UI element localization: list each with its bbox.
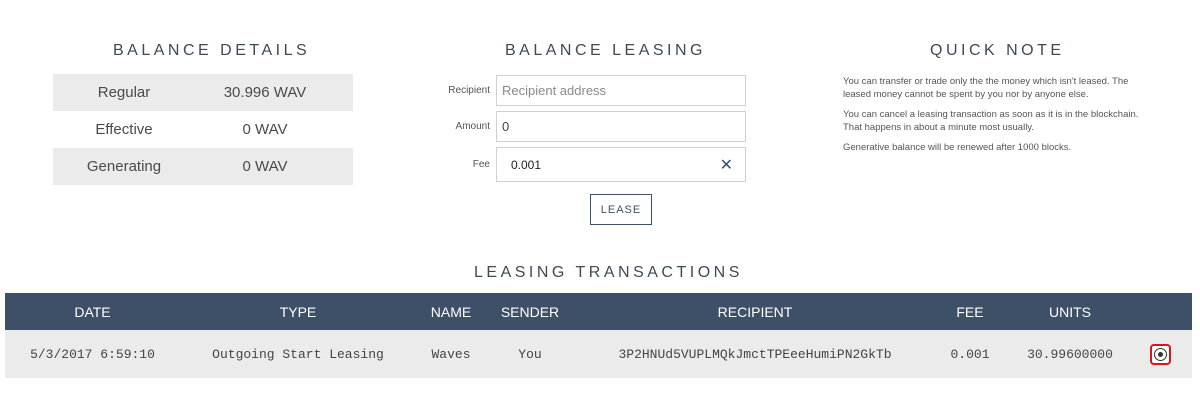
amount-label: Amount — [455, 121, 490, 132]
balance-value: 30.996 WAV — [223, 84, 307, 101]
transaction-details-button[interactable] — [1149, 343, 1171, 365]
tx-units: 30.99600000 — [1027, 346, 1113, 362]
fee-select[interactable]: 0.001 ✕ — [496, 147, 746, 182]
balance-label: Effective — [95, 121, 153, 138]
column-header-sender: SENDER — [500, 303, 560, 320]
lease-button[interactable]: LEASE — [590, 194, 652, 225]
tx-name: Waves — [431, 346, 471, 362]
column-header-name: NAME — [430, 303, 472, 320]
leasing-transactions-title: LEASING TRANSACTIONS — [474, 264, 743, 281]
balance-value: 0 WAV — [242, 121, 288, 138]
fee-row: Fee 0.001 ✕ — [440, 147, 746, 182]
balance-row-effective: Effective 0 WAV — [53, 111, 353, 148]
balance-label: Regular — [97, 84, 151, 101]
note-paragraph: Generative balance will be renewed after… — [843, 142, 1072, 153]
tx-date: 5/3/2017 6:59:10 — [30, 346, 155, 362]
quick-note-title: QUICK NOTE — [930, 42, 1065, 59]
balance-label: Generating — [86, 158, 162, 175]
note-paragraph: You can transfer or trade only the the m… — [843, 76, 1129, 100]
recipient-row: Recipient — [440, 75, 746, 106]
fee-label: Fee — [472, 159, 490, 170]
amount-row: Amount — [440, 111, 746, 142]
transaction-details-icon — [1153, 347, 1167, 361]
tx-recipient: 3P2HNUd5VUPLMQkJmctTPEeeHumiPN2GkTb — [618, 346, 892, 362]
balance-details-title: BALANCE DETAILS — [113, 42, 311, 59]
icon-dot — [1157, 351, 1163, 357]
tx-type: Outgoing Start Leasing — [212, 346, 384, 362]
tx-action — [1140, 330, 1180, 378]
amount-input[interactable] — [496, 111, 746, 142]
balance-row-regular: Regular 30.996 WAV — [53, 74, 353, 111]
note-paragraph: You can cancel a leasing transaction as … — [843, 109, 1139, 133]
quick-note-text: You can transfer or trade only the the m… — [843, 76, 1153, 163]
column-header-units: UNITS — [1049, 303, 1091, 320]
tx-sender: You — [518, 346, 542, 362]
recipient-input[interactable] — [496, 75, 746, 106]
recipient-label: Recipient — [448, 85, 490, 96]
balance-row-generating: Generating 0 WAV — [53, 148, 353, 185]
transactions-header: DATE TYPE NAME SENDER RECIPIENT FEE UNIT… — [5, 293, 1192, 330]
balance-details-table: Regular 30.996 WAV Effective 0 WAV Gener… — [53, 74, 353, 185]
table-row: 5/3/2017 6:59:10 Outgoing Start Leasing … — [5, 330, 1192, 378]
tx-fee: 0.001 — [950, 346, 990, 362]
column-header-date: DATE — [74, 303, 111, 320]
balance-leasing-title: BALANCE LEASING — [505, 42, 706, 59]
clear-fee-icon[interactable]: ✕ — [720, 155, 733, 175]
column-header-type: TYPE — [279, 303, 317, 320]
column-header-recipient: RECIPIENT — [717, 303, 793, 320]
fee-value: 0.001 — [511, 157, 542, 172]
balance-value: 0 WAV — [242, 158, 288, 175]
column-header-fee: FEE — [956, 303, 984, 320]
